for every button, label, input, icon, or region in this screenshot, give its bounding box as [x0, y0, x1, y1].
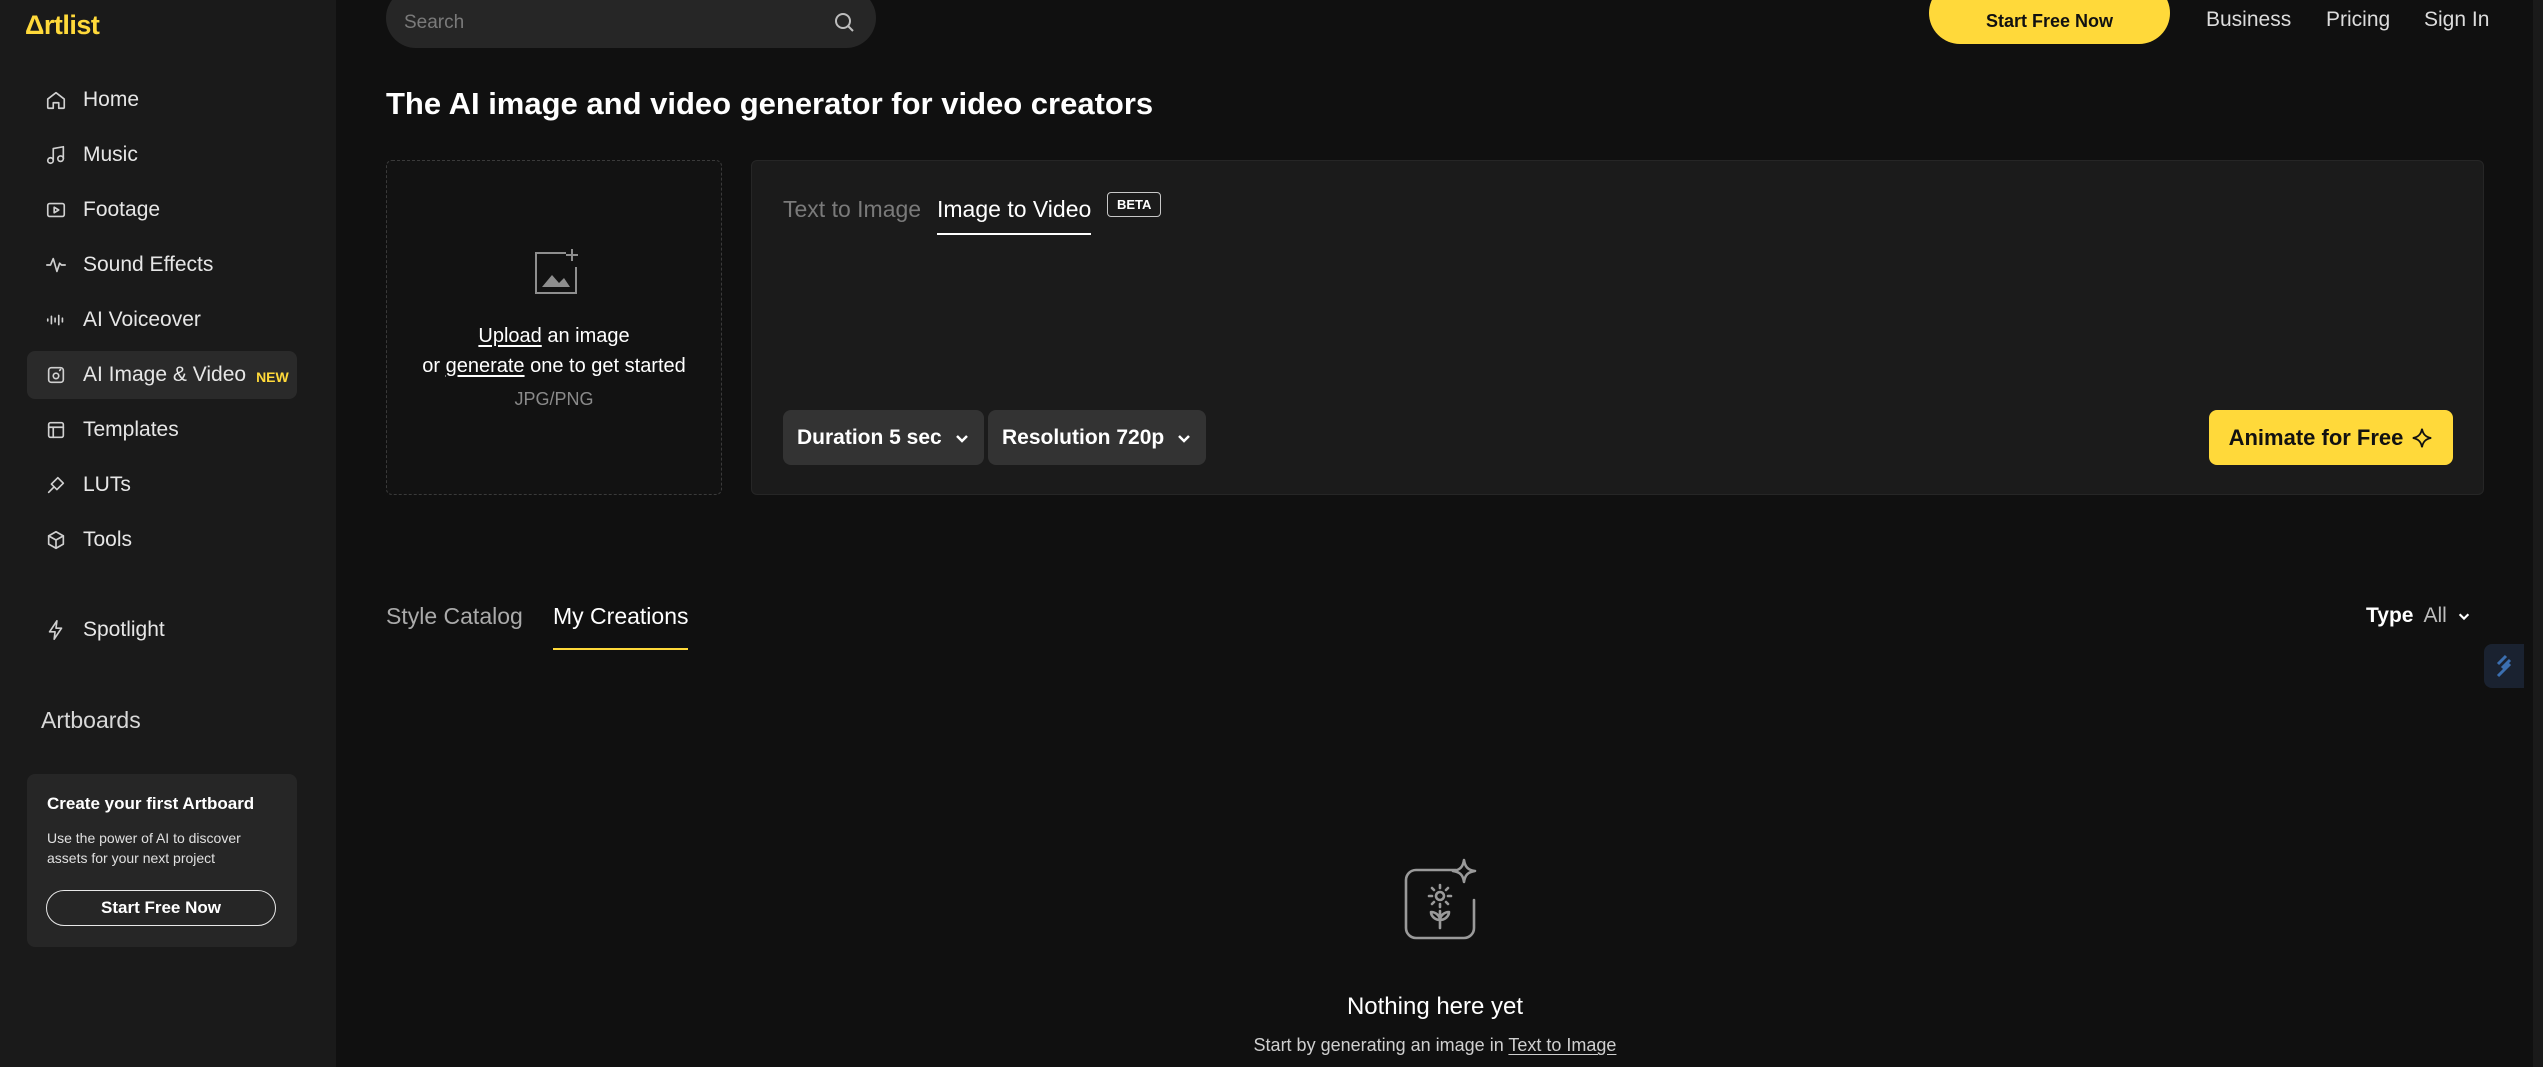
tools-icon [43, 527, 69, 553]
footage-icon [43, 197, 69, 223]
luts-icon [43, 472, 69, 498]
home-icon [43, 87, 69, 113]
empty-state-icon [1394, 856, 1484, 946]
chevron-down-icon [955, 434, 968, 443]
image-upload-dropzone[interactable]: Upload an image or generate one to get s… [386, 160, 722, 495]
search-input[interactable]: Search [404, 12, 464, 34]
type-filter-dropdown[interactable]: Type All [2366, 604, 2471, 628]
artboard-start-button[interactable]: Start Free Now [46, 890, 276, 926]
sidebar-item-label: AI Image & Video [83, 363, 247, 386]
type-filter-label: Type [2366, 604, 2414, 627]
sidebar-item-label: Tools [83, 528, 133, 551]
nav-link-sign-in[interactable]: Sign In [2424, 8, 2489, 32]
sidebar-item-home[interactable]: Home [27, 76, 297, 124]
generator-panel: Text to Image Image to Video BETA Durati… [751, 160, 2484, 495]
page-title: The AI image and video generator for vid… [386, 86, 1154, 121]
upload-or-text: or [422, 355, 441, 377]
tab-text-to-image[interactable]: Text to Image [783, 196, 921, 233]
resolution-dropdown[interactable]: Resolution 720p [988, 410, 1207, 465]
type-filter-value: All [2423, 604, 2447, 627]
empty-state-text: Start by generating an image in [1253, 1035, 1504, 1055]
sidebar-item-footage[interactable]: Footage [27, 186, 297, 234]
sidebar-item-ai-image-video[interactable]: AI Image & Video NEW [27, 351, 297, 399]
chevron-down-icon [1178, 434, 1191, 443]
text-to-image-link[interactable]: Text to Image [1508, 1035, 1616, 1055]
search-icon[interactable] [832, 10, 856, 34]
voiceover-icon [43, 307, 69, 333]
upload-formats: JPG/PNG [514, 389, 594, 409]
artboard-promo-card: Create your first Artboard Use the power… [27, 774, 297, 947]
artlist-logo[interactable]: Δrtlist [25, 10, 100, 41]
sidebar-item-label: Spotlight [83, 618, 165, 641]
upload-text: an image [547, 325, 630, 347]
sidebar-item-label: Footage [83, 198, 161, 221]
generate-text: one to get started [530, 355, 686, 377]
sidebar-item-ai-voiceover[interactable]: AI Voiceover [27, 296, 297, 344]
sidebar-item-label: Sound Effects [83, 253, 214, 276]
resolution-value: Resolution 720p [1002, 425, 1165, 449]
animate-for-free-button[interactable]: Animate for Free [2209, 410, 2453, 465]
sparkle-icon [2413, 428, 2432, 447]
search-bar[interactable]: Search [386, 0, 876, 48]
sidebar-item-label: LUTs [83, 473, 131, 496]
sidebar-item-spotlight[interactable]: Spotlight [27, 606, 297, 654]
duration-dropdown[interactable]: Duration 5 sec [783, 410, 984, 465]
artboards-title: Artboards [41, 707, 141, 733]
sidebar: Δrtlist Home Music Footage Sound Effects… [0, 0, 336, 1067]
generate-link[interactable]: generate [446, 355, 525, 377]
templates-icon [43, 417, 69, 443]
animate-label: Animate for Free [2228, 424, 2404, 450]
floating-extension-icon[interactable] [2484, 644, 2524, 688]
sidebar-item-templates[interactable]: Templates [27, 406, 297, 454]
sidebar-item-tools[interactable]: Tools [27, 516, 297, 564]
upload-link[interactable]: Upload [478, 325, 541, 347]
sidebar-item-luts[interactable]: LUTs [27, 461, 297, 509]
nav-link-business[interactable]: Business [2206, 8, 2291, 32]
sound-effects-icon [43, 252, 69, 278]
new-badge: NEW [256, 368, 289, 385]
ai-image-icon [43, 362, 69, 388]
empty-state-title: Nothing here yet [1346, 993, 1524, 1020]
image-add-icon [528, 245, 584, 301]
tab-my-creations[interactable]: My Creations [553, 603, 689, 650]
tab-image-to-video[interactable]: Image to Video [937, 196, 1092, 235]
artboard-card-title: Create your first Artboard [47, 794, 255, 813]
duration-value: Duration 5 sec [797, 425, 942, 449]
sidebar-item-label: AI Voiceover [83, 308, 201, 331]
sidebar-item-music[interactable]: Music [27, 131, 297, 179]
tab-style-catalog[interactable]: Style Catalog [386, 603, 523, 648]
sidebar-item-sound-effects[interactable]: Sound Effects [27, 241, 297, 289]
start-free-now-button[interactable]: Start Free Now [1929, 0, 2170, 44]
nav-link-pricing[interactable]: Pricing [2326, 8, 2390, 32]
sidebar-item-label: Music [83, 143, 138, 166]
artboard-card-text: Use the power of AI to discover assets f… [47, 830, 241, 866]
sidebar-item-label: Home [83, 88, 140, 111]
page-scrollbar[interactable] [2533, 0, 2543, 1067]
chevron-down-icon [2458, 613, 2469, 621]
lightning-icon [43, 617, 69, 643]
empty-state-subtitle: Start by generating an image in Text to … [1150, 1035, 1720, 1056]
sidebar-item-label: Templates [83, 418, 179, 441]
beta-badge: BETA [1107, 192, 1162, 217]
music-icon [43, 142, 69, 168]
